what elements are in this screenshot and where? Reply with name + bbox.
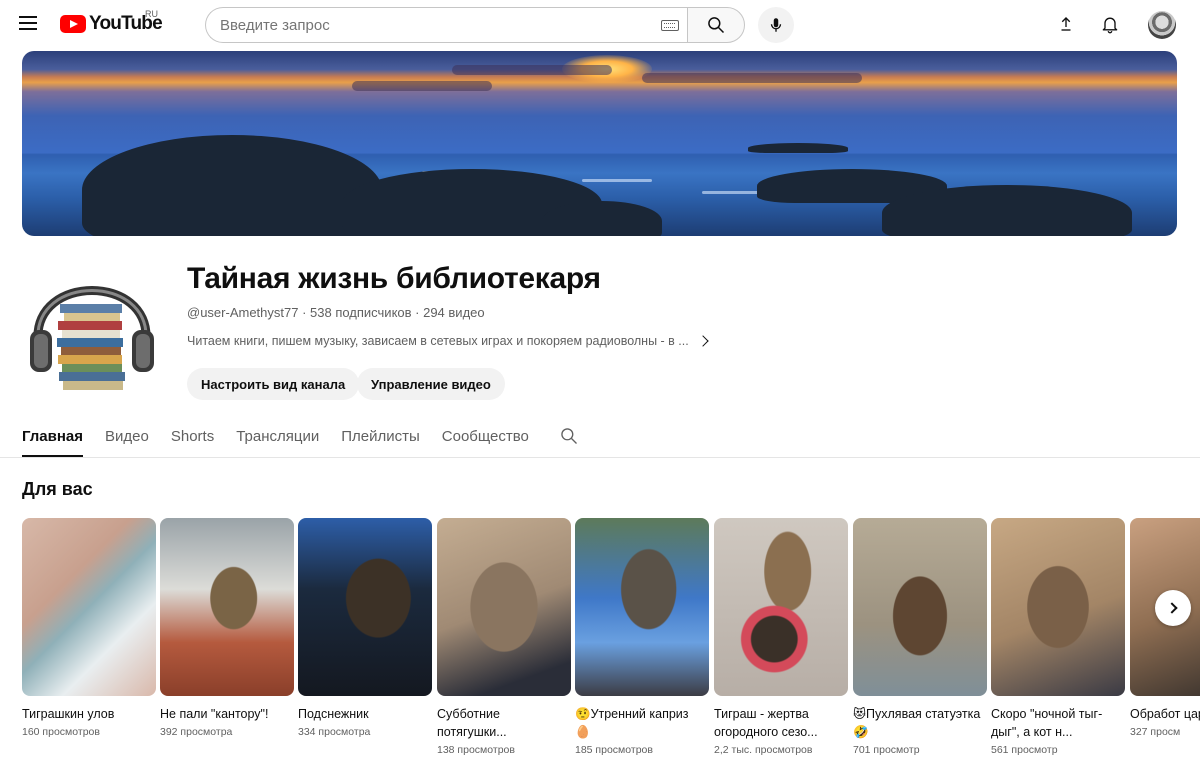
chevron-right-icon xyxy=(1165,602,1178,614)
channel-avatar[interactable] xyxy=(24,254,160,404)
short-thumbnail[interactable] xyxy=(714,518,848,696)
channel-title: Тайная жизнь библиотекаря xyxy=(187,262,601,295)
channel-search-button[interactable] xyxy=(559,416,579,451)
short-views: 327 просм xyxy=(1130,726,1181,738)
short-item[interactable]: Субботние потягушки... 138 просмотров xyxy=(437,518,571,756)
upload-button[interactable] xyxy=(1054,12,1078,36)
upload-icon xyxy=(1061,17,1071,31)
short-thumbnail[interactable] xyxy=(991,518,1125,696)
search-icon xyxy=(708,17,725,34)
banner-rock xyxy=(82,135,382,236)
short-title[interactable]: Скоро "ночной тыг-дыг", а кот н... xyxy=(991,705,1119,741)
tab-videos[interactable]: Видео xyxy=(105,416,149,457)
short-views: 2,2 тыс. просмотров xyxy=(714,744,813,756)
channel-description-text: Читаем книги, пишем музыку, зависаем в с… xyxy=(187,334,689,348)
banner-cloud xyxy=(452,65,612,75)
short-item[interactable]: Тиграшкин улов 160 просмотров xyxy=(22,518,156,738)
channel-banner xyxy=(22,51,1177,236)
voice-search-button[interactable] xyxy=(758,7,794,43)
short-thumbnail[interactable] xyxy=(298,518,432,696)
short-views: 138 просмотров xyxy=(437,744,515,756)
channel-meta: @user-Amethyst77 · 538 подписчиков · 294… xyxy=(187,305,485,320)
short-title[interactable]: Не пали "кантору"! xyxy=(160,705,288,723)
short-item[interactable]: 😻Пухлявая статуэтка 🤣 701 просмотр xyxy=(853,518,987,756)
short-title[interactable]: 🤨Утренний каприз🥚 xyxy=(575,705,703,741)
short-views: 185 просмотров xyxy=(575,744,653,756)
short-title[interactable]: Тиграшкин улов xyxy=(22,705,150,723)
short-title[interactable]: Обработ царапин xyxy=(1130,705,1200,723)
short-thumbnail[interactable] xyxy=(437,518,571,696)
short-thumbnail[interactable] xyxy=(160,518,294,696)
short-item[interactable]: Подснежник 334 просмотра xyxy=(298,518,432,738)
short-item[interactable]: Обработ царапин 327 просм xyxy=(1130,518,1200,738)
shorts-shelf: Тиграшкин улов 160 просмотров Не пали "к… xyxy=(22,518,1200,766)
bell-icon xyxy=(1102,17,1118,34)
search-icon xyxy=(561,428,577,444)
short-thumbnail[interactable] xyxy=(575,518,709,696)
short-title[interactable]: Тиграш - жертва огородного сезо... xyxy=(714,705,842,741)
short-item[interactable]: Скоро "ночной тыг-дыг", а кот н... 561 п… xyxy=(991,518,1125,756)
short-views: 561 просмотр xyxy=(991,744,1058,756)
short-title[interactable]: 😻Пухлявая статуэтка 🤣 xyxy=(853,705,981,741)
short-item[interactable]: Не пали "кантору"! 392 просмотра xyxy=(160,518,294,738)
search-box xyxy=(205,7,687,43)
channel-tabs: Главная Видео Shorts Трансляции Плейлист… xyxy=(22,416,579,458)
region-label: RU xyxy=(145,9,158,19)
tab-shorts[interactable]: Shorts xyxy=(171,416,214,457)
menu-icon[interactable] xyxy=(16,12,40,36)
search-bar xyxy=(205,7,745,43)
banner-cloud xyxy=(352,81,492,91)
short-views: 334 просмотра xyxy=(298,726,371,738)
short-item[interactable]: Тиграш - жертва огородного сезо... 2,2 т… xyxy=(714,518,848,756)
short-title[interactable]: Подснежник xyxy=(298,705,426,723)
tab-playlists[interactable]: Плейлисты xyxy=(341,416,420,457)
tab-community[interactable]: Сообщество xyxy=(442,416,529,457)
short-views: 701 просмотр xyxy=(853,744,920,756)
microphone-icon xyxy=(770,18,782,32)
search-input[interactable] xyxy=(220,16,640,34)
short-thumbnail[interactable] xyxy=(22,518,156,696)
section-title: Для вас xyxy=(22,479,93,499)
customize-channel-button[interactable]: Настроить вид канала xyxy=(187,368,360,400)
short-thumbnail[interactable] xyxy=(853,518,987,696)
headphones-books-image xyxy=(30,286,154,390)
banner-wave xyxy=(582,179,652,182)
channel-description[interactable]: Читаем книги, пишем музыку, зависаем в с… xyxy=(187,334,709,348)
short-views: 160 просмотров xyxy=(22,726,100,738)
banner-rock xyxy=(882,185,1132,236)
banner-rock xyxy=(748,143,848,153)
keyboard-icon[interactable] xyxy=(661,20,679,31)
tabs-divider xyxy=(0,457,1200,458)
manage-videos-button[interactable]: Управление видео xyxy=(357,368,505,400)
search-button[interactable] xyxy=(687,7,745,43)
short-views: 392 просмотра xyxy=(160,726,233,738)
notifications-button[interactable] xyxy=(1098,12,1122,36)
banner-cloud xyxy=(642,73,862,83)
account-avatar[interactable] xyxy=(1148,11,1176,39)
short-title[interactable]: Субботние потягушки... xyxy=(437,705,565,741)
short-item[interactable]: 🤨Утренний каприз🥚 185 просмотров xyxy=(575,518,709,756)
tab-home[interactable]: Главная xyxy=(22,416,84,457)
chevron-right-icon xyxy=(697,335,709,347)
play-logo-icon xyxy=(60,15,86,33)
shelf-next-button[interactable] xyxy=(1155,590,1191,626)
tab-live[interactable]: Трансляции xyxy=(236,416,319,457)
banner-rock xyxy=(542,201,662,236)
top-bar: YouTube RU xyxy=(0,0,1200,48)
